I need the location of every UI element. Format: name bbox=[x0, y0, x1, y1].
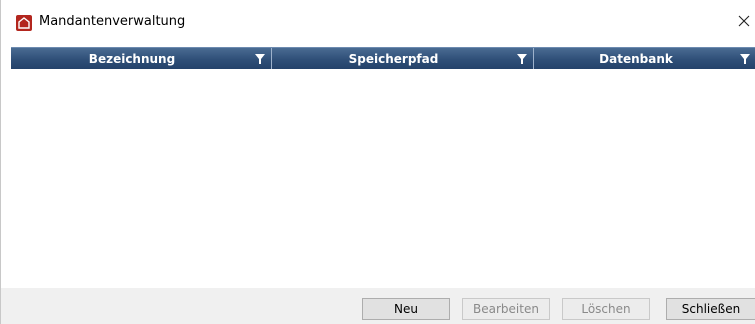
close-icon bbox=[738, 15, 750, 27]
clients-table[interactable]: Bezeichnung Speicherpfad Datenbank bbox=[11, 47, 755, 288]
close-button[interactable]: Schließen bbox=[666, 298, 755, 320]
column-header-label: Datenbank bbox=[599, 52, 673, 66]
column-header-label: Speicherpfad bbox=[348, 52, 439, 66]
button-bar: Neu Bearbeiten Löschen Schließen bbox=[1, 288, 755, 324]
client-management-window: Mandantenverwaltung Bezeichnung Speicher… bbox=[0, 0, 755, 324]
filter-icon[interactable] bbox=[740, 54, 750, 64]
filter-icon[interactable] bbox=[517, 54, 527, 64]
column-header-name[interactable]: Bezeichnung bbox=[11, 48, 272, 69]
title-bar: Mandantenverwaltung bbox=[1, 0, 755, 45]
close-window-button[interactable] bbox=[731, 6, 755, 36]
filter-icon[interactable] bbox=[255, 54, 265, 64]
delete-button[interactable]: Löschen bbox=[562, 298, 650, 320]
column-header-database[interactable]: Datenbank bbox=[534, 48, 755, 69]
column-header-path[interactable]: Speicherpfad bbox=[272, 48, 534, 69]
column-header-label: Bezeichnung bbox=[88, 52, 176, 66]
window-title: Mandantenverwaltung bbox=[39, 14, 186, 29]
table-body[interactable] bbox=[11, 69, 755, 288]
edit-button[interactable]: Bearbeiten bbox=[462, 298, 550, 320]
new-button[interactable]: Neu bbox=[362, 298, 450, 320]
home-icon bbox=[16, 15, 32, 31]
table-header: Bezeichnung Speicherpfad Datenbank bbox=[11, 47, 755, 69]
